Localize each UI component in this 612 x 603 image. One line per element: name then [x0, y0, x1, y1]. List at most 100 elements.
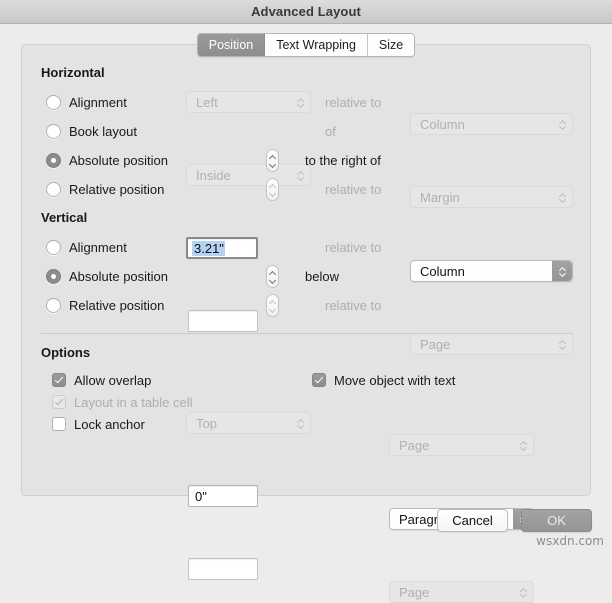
vertical-section-title: Vertical — [41, 210, 88, 225]
chevron-down-icon — [297, 175, 304, 179]
chevron-down-icon — [559, 271, 566, 275]
radio-label: Alignment — [69, 94, 127, 110]
radio-label: Relative position — [69, 297, 165, 313]
chevron-up-icon[interactable] — [269, 271, 276, 275]
radio-vertical-absolute-position[interactable]: Absolute position — [46, 264, 168, 288]
radio-indicator[interactable] — [46, 123, 61, 139]
popup-value: Margin — [420, 189, 460, 205]
chevron-updown-icon[interactable] — [291, 92, 310, 112]
chevron-updown-icon[interactable] — [553, 187, 572, 207]
horizontal-book-layout-relation-label: of — [325, 124, 336, 139]
chevron-up-icon[interactable] — [269, 184, 276, 188]
vertical-absolute-position-input[interactable]: 0" — [188, 485, 258, 507]
checkbox-move-object-with-text[interactable]: Move object with text — [312, 370, 455, 390]
radio-indicator[interactable] — [46, 239, 61, 255]
chevron-down-icon — [297, 423, 304, 427]
ok-button[interactable]: OK — [521, 509, 592, 532]
checkbox-label: Move object with text — [334, 372, 456, 388]
radio-horizontal-alignment[interactable]: Alignment — [46, 90, 127, 114]
checkbox-indicator[interactable] — [52, 373, 66, 387]
chevron-down-icon[interactable] — [269, 191, 276, 195]
options-divider — [41, 333, 573, 334]
chevron-down-icon — [520, 592, 527, 596]
radio-label: Alignment — [69, 239, 127, 255]
horizontal-book-layout-target-popup[interactable]: Margin — [410, 186, 573, 208]
popup-value: Page — [399, 437, 430, 453]
radio-indicator[interactable] — [46, 181, 61, 197]
chevron-down-icon — [297, 102, 304, 106]
tab-size[interactable]: Size — [367, 34, 415, 56]
popup-value: Page — [399, 584, 430, 600]
radio-indicator[interactable] — [46, 297, 61, 313]
chevron-up-icon[interactable] — [269, 155, 276, 159]
radio-indicator[interactable] — [46, 268, 61, 284]
position-panel: Horizontal Alignment Left relative to Co… — [21, 44, 591, 603]
radio-label: Book layout — [69, 123, 137, 139]
radio-horizontal-book-layout[interactable]: Book layout — [46, 119, 137, 143]
horizontal-absolute-position-stepper[interactable] — [266, 149, 279, 172]
radio-label: Absolute position — [69, 152, 169, 168]
options-section-title: Options — [41, 345, 91, 360]
vertical-absolute-position-relation-label: below — [305, 269, 339, 284]
checkbox-label: Allow overlap — [74, 372, 152, 388]
radio-horizontal-absolute-position[interactable]: Absolute position — [46, 148, 168, 172]
popup-value: Column — [420, 263, 465, 279]
horizontal-alignment-relation-label: relative to — [325, 95, 382, 110]
popup-value: Column — [420, 116, 465, 132]
vertical-relative-position-stepper[interactable] — [266, 294, 279, 317]
checkbox-indicator[interactable] — [312, 373, 326, 387]
chevron-updown-icon[interactable] — [514, 582, 533, 602]
chevron-down-icon[interactable] — [269, 162, 276, 166]
tab-bar-wrapper: Position Text Wrapping Size — [0, 33, 612, 57]
chevron-updown-icon[interactable] — [514, 435, 533, 455]
checkbox-indicator — [52, 395, 66, 409]
tab-text-wrapping[interactable]: Text Wrapping — [265, 34, 368, 56]
chevron-down-icon[interactable] — [269, 278, 276, 282]
vertical-alignment-target-popup[interactable]: Page — [389, 434, 534, 456]
radio-vertical-relative-position[interactable]: Relative position — [46, 293, 164, 317]
input-value: 3.21" — [192, 240, 225, 256]
horizontal-absolute-position-target-popup[interactable]: Column — [410, 260, 573, 282]
input-value: 0" — [195, 488, 207, 504]
horizontal-relative-position-relation-label: relative to — [325, 182, 382, 197]
horizontal-relative-position-stepper[interactable] — [266, 178, 279, 201]
horizontal-absolute-position-input[interactable]: 3.21" — [186, 237, 258, 259]
checkbox-indicator[interactable] — [52, 417, 66, 431]
horizontal-relative-position-target-popup[interactable]: Page — [410, 333, 573, 355]
radio-indicator[interactable] — [46, 94, 61, 110]
checkbox-label: Layout in a table cell — [74, 394, 193, 410]
radio-label: Absolute position — [69, 268, 169, 284]
vertical-relative-position-target-popup[interactable]: Page — [389, 581, 534, 603]
vertical-relative-position-input[interactable] — [188, 558, 258, 580]
horizontal-alignment-popup[interactable]: Left — [186, 91, 311, 113]
chevron-updown-icon[interactable] — [291, 413, 310, 433]
chevron-down-icon — [559, 197, 566, 201]
vertical-alignment-popup[interactable]: Top — [186, 412, 311, 434]
popup-value: Inside — [196, 167, 231, 183]
chevron-updown-icon[interactable] — [553, 334, 572, 354]
chevron-down-icon[interactable] — [269, 307, 276, 311]
radio-horizontal-relative-position[interactable]: Relative position — [46, 177, 164, 201]
horizontal-alignment-target-popup[interactable]: Column — [410, 113, 573, 135]
chevron-updown-icon[interactable] — [553, 114, 572, 134]
checkbox-lock-anchor[interactable]: Lock anchor — [52, 414, 145, 434]
vertical-absolute-position-stepper[interactable] — [266, 265, 279, 288]
radio-indicator[interactable] — [46, 152, 61, 168]
horizontal-book-layout-popup[interactable]: Inside — [186, 164, 311, 186]
horizontal-absolute-position-relation-label: to the right of — [305, 153, 381, 168]
cancel-button[interactable]: Cancel — [437, 509, 508, 532]
popup-value: Left — [196, 94, 218, 110]
horizontal-relative-position-input[interactable] — [188, 310, 258, 332]
chevron-up-icon[interactable] — [269, 300, 276, 304]
chevron-updown-icon[interactable] — [552, 261, 572, 281]
window-titlebar: Advanced Layout — [0, 0, 612, 24]
chevron-down-icon — [559, 344, 566, 348]
tab-position[interactable]: Position — [197, 34, 266, 56]
checkbox-layout-in-a-table-cell: Layout in a table cell — [52, 392, 193, 412]
popup-value: Top — [196, 415, 217, 431]
watermark: wsxdn.com — [536, 534, 604, 548]
window-title: Advanced Layout — [251, 4, 361, 19]
radio-label: Relative position — [69, 181, 165, 197]
radio-vertical-alignment[interactable]: Alignment — [46, 235, 127, 259]
checkbox-allow-overlap[interactable]: Allow overlap — [52, 370, 151, 390]
